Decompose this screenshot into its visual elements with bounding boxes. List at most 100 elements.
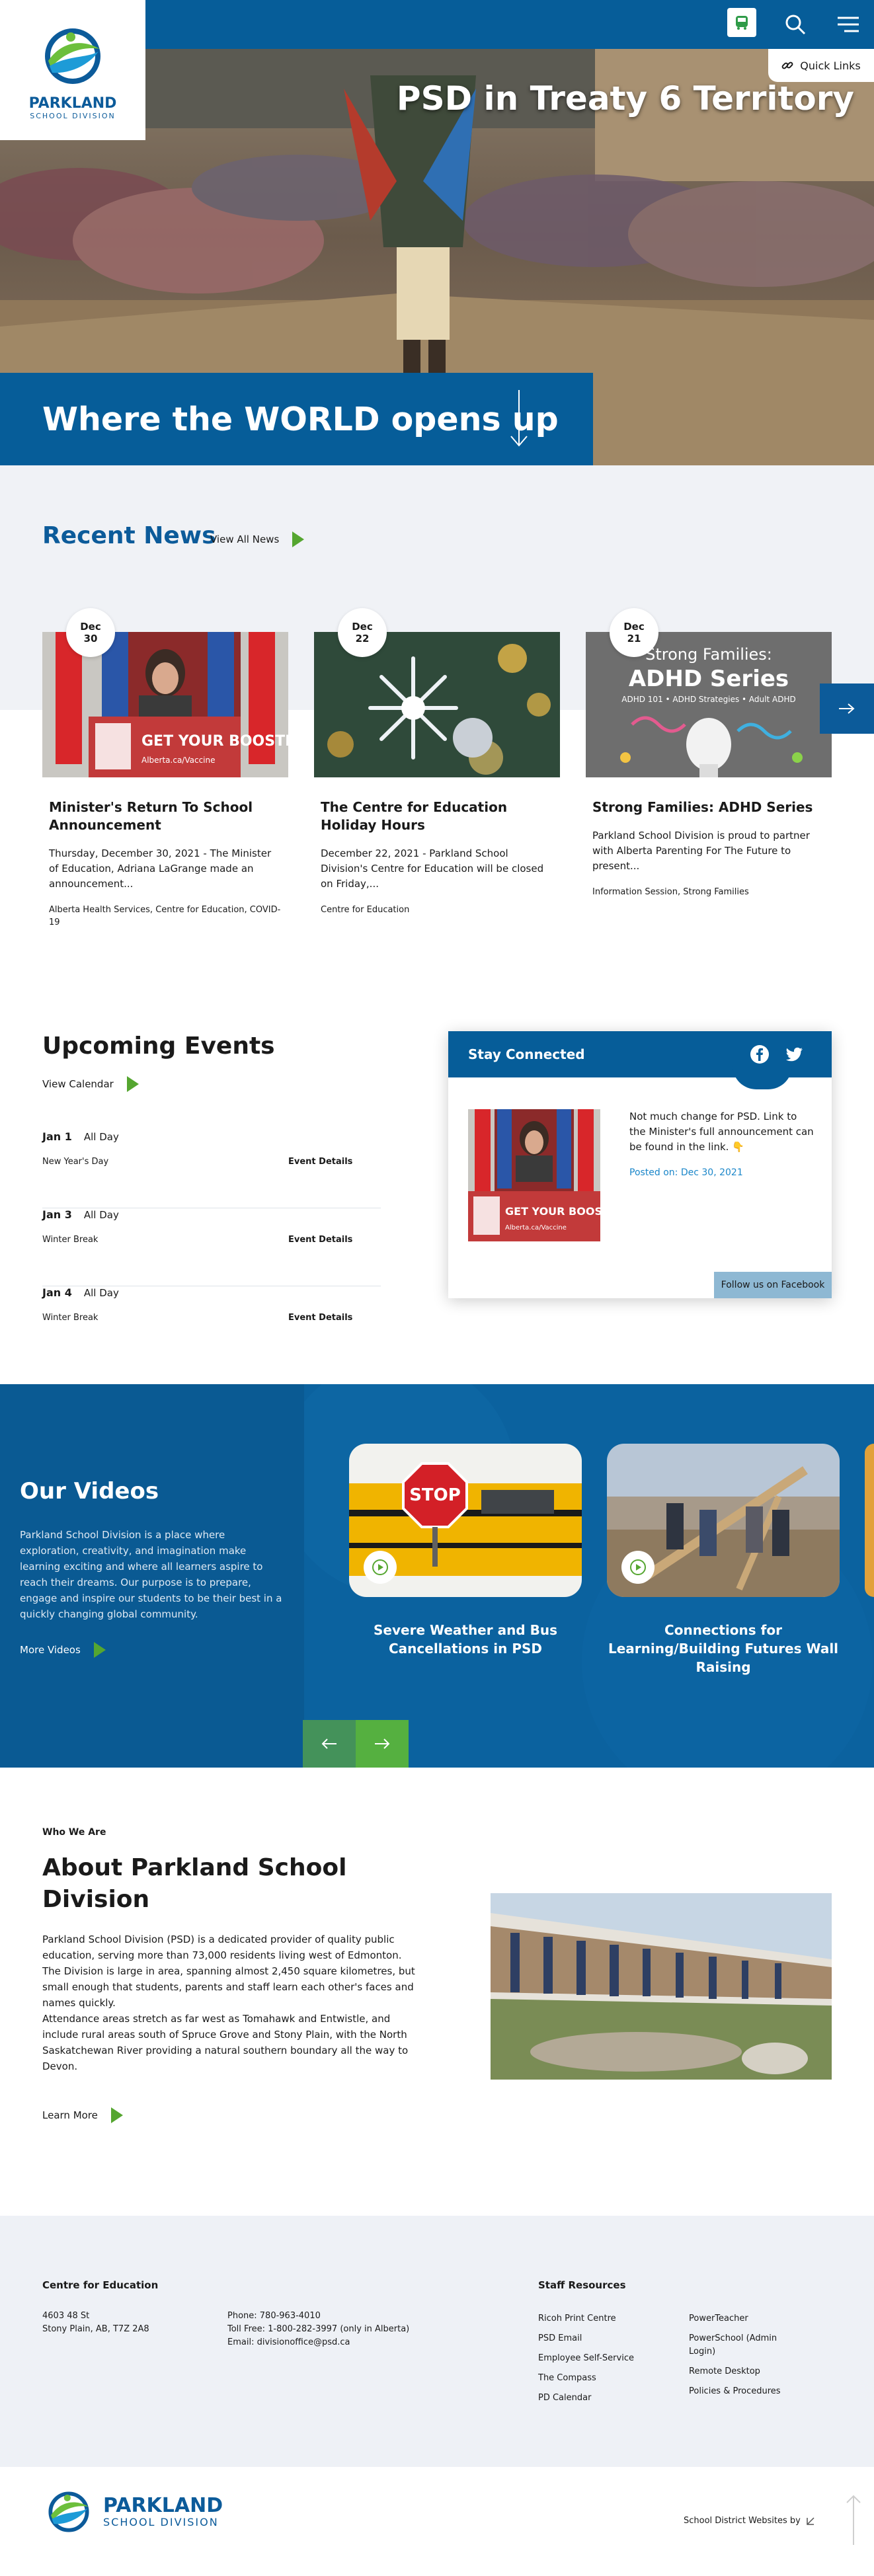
follow-facebook-button[interactable]: Follow us on Facebook xyxy=(714,1272,832,1298)
event-time: All Day xyxy=(83,1209,119,1221)
upcoming-events-heading: Upcoming Events xyxy=(42,1033,275,1060)
about-paragraph: Attendance areas stretch as far west as … xyxy=(42,2013,409,2072)
event-item: Jan 1 All Day New Year's Day Event Detail… xyxy=(42,1130,381,1208)
news-card[interactable]: Dec 30 GET YOUR BOOSTER. Alberta.ca/Vacc… xyxy=(42,608,288,929)
date-day: 30 xyxy=(83,633,98,644)
play-icon xyxy=(630,1559,646,1575)
event-time: All Day xyxy=(83,1131,119,1143)
arrow-right-icon xyxy=(839,703,855,714)
adhd-image-line3: ADHD 101 • ADHD Strategies • Adult ADHD xyxy=(621,695,795,704)
booster-subtext: Alberta.ca/Vaccine xyxy=(141,756,216,765)
footer-link[interactable]: The Compass xyxy=(538,2372,596,2385)
about-heading: About Parkland School Division xyxy=(42,1854,347,1913)
videos-prev-button[interactable] xyxy=(303,1720,356,1768)
play-icon xyxy=(372,1559,388,1575)
bottom-bar: PARKLAND SCHOOL DIVISION School District… xyxy=(0,2467,874,2576)
event-name: Winter Break xyxy=(42,1235,99,1245)
video-card[interactable]: Connections for Learning/Building Future… xyxy=(607,1444,840,1676)
phone[interactable]: Phone: 780-963-4010 xyxy=(227,2310,321,2323)
footer-link[interactable]: PD Calendar xyxy=(538,2392,591,2405)
event-date-row: Jan 4 All Day xyxy=(42,1286,119,1299)
play-button[interactable] xyxy=(621,1551,655,1584)
email[interactable]: Email: divisionoffice@psd.ca xyxy=(227,2336,350,2349)
news-tags[interactable]: Alberta Health Services, Centre for Educ… xyxy=(42,904,288,929)
credit-text: School District Websites by xyxy=(684,2516,801,2526)
twitter-icon[interactable] xyxy=(784,1044,804,1064)
play-arrow-icon xyxy=(292,531,305,547)
search-icon xyxy=(785,15,806,35)
logo-mark-icon xyxy=(48,2491,89,2532)
news-title[interactable]: The Centre for Education Holiday Hours xyxy=(314,799,560,834)
date-month: Dec xyxy=(623,621,645,633)
play-arrow-icon xyxy=(110,2107,123,2123)
play-button[interactable] xyxy=(364,1551,397,1584)
video-thumbnail[interactable] xyxy=(607,1444,840,1597)
recent-news-heading: Recent News xyxy=(42,522,216,549)
view-calendar-label: View Calendar xyxy=(42,1078,114,1090)
news-next-button[interactable] xyxy=(820,683,874,734)
footer-link[interactable]: PSD Email xyxy=(538,2332,582,2345)
videos-next-button[interactable] xyxy=(356,1720,409,1768)
date-badge: Dec 22 xyxy=(338,608,387,657)
site-logo[interactable]: PARKLAND SCHOOL DIVISION xyxy=(0,0,145,140)
event-details-link[interactable]: Event Details xyxy=(288,1235,352,1245)
footer-link[interactable]: Remote Desktop xyxy=(689,2365,760,2378)
about-paragraph: Parkland School Division (PSD) is a dedi… xyxy=(42,1933,415,2009)
videos-section: Our Videos Parkland School Division is a… xyxy=(0,1384,874,1768)
post-image[interactable]: GET YOUR BOOSTER. Alberta.ca/Vaccine xyxy=(468,1109,600,1241)
news-tags[interactable]: Information Session, Strong Families xyxy=(586,886,832,898)
date-day: 21 xyxy=(627,633,641,644)
footer-link[interactable]: Ricoh Print Centre xyxy=(538,2312,616,2325)
videos-description: Parkland School Division is a place wher… xyxy=(20,1529,282,1620)
page: PSD in Treaty 6 Territory PARKLAND SCHOO… xyxy=(0,0,874,2576)
bus-status-button[interactable] xyxy=(727,8,756,37)
arrow-left-icon xyxy=(321,1738,337,1749)
footer-link[interactable]: Employee Self-Service xyxy=(538,2352,634,2365)
event-details-link[interactable]: Event Details xyxy=(288,1157,352,1167)
logo-subtitle: SCHOOL DIVISION xyxy=(30,112,116,120)
news-card[interactable]: Dec 21 Strong Families: ADHD Series ADHD… xyxy=(586,608,832,898)
footer-link[interactable]: Policies & Procedures xyxy=(689,2385,781,2398)
toll-free[interactable]: Toll Free: 1-800-282-3997 (only in Alber… xyxy=(227,2323,409,2336)
event-item: Jan 4 All Day Winter Break Event Details xyxy=(42,1286,381,1364)
footer-logo-subtitle: SCHOOL DIVISION xyxy=(103,2515,219,2528)
learn-more-link[interactable]: Learn More xyxy=(42,2107,123,2123)
video-title[interactable]: Connections for Learning/Building Future… xyxy=(607,1621,840,1676)
video-card-peek[interactable] xyxy=(865,1444,874,1597)
news-card[interactable]: Dec 22 The Centre for Education Holiday … xyxy=(314,608,560,916)
view-all-news-label: View All News xyxy=(210,533,280,545)
post-booster-image: GET YOUR BOOSTER. Alberta.ca/Vaccine xyxy=(468,1109,600,1241)
search-button[interactable] xyxy=(780,9,811,40)
tagline-banner: Where the WORLD opens up xyxy=(0,373,593,465)
post-text: Not much change for PSD. Link to the Min… xyxy=(629,1111,814,1153)
site-credit[interactable]: School District Websites by xyxy=(684,2516,815,2526)
centre-heading: Centre for Education xyxy=(42,2279,159,2291)
menu-icon xyxy=(838,17,859,32)
footer-logo[interactable]: PARKLAND SCHOOL DIVISION xyxy=(42,2485,223,2538)
facebook-icon[interactable] xyxy=(750,1044,770,1064)
header-notch xyxy=(733,1066,792,1089)
quick-links-button[interactable]: Quick Links xyxy=(768,49,874,82)
view-calendar-link[interactable]: View Calendar xyxy=(42,1076,139,1092)
more-videos-link[interactable]: More Videos xyxy=(20,1642,106,1658)
event-date: Jan 1 xyxy=(42,1130,72,1143)
video-card[interactable]: STOP Severe Weather and Bus Cancellation… xyxy=(349,1444,582,1658)
adhd-image-line2: ADHD Series xyxy=(629,666,789,692)
about-image xyxy=(491,1893,832,2080)
news-tags[interactable]: Centre for Education xyxy=(314,904,560,916)
video-title[interactable]: Severe Weather and Bus Cancellations in … xyxy=(349,1621,582,1658)
event-date: Jan 4 xyxy=(42,1286,72,1299)
address-line: 4603 48 St xyxy=(42,2311,90,2321)
menu-button[interactable] xyxy=(833,9,863,40)
video-thumbnail[interactable]: STOP xyxy=(349,1444,582,1597)
footer-link[interactable]: PowerSchool (Admin Login) xyxy=(689,2332,795,2359)
post-date[interactable]: Posted on: Dec 30, 2021 xyxy=(629,1167,743,1178)
footer-link[interactable]: PowerTeacher xyxy=(689,2312,748,2325)
news-title[interactable]: Minister's Return To School Announcement xyxy=(42,799,288,834)
news-title[interactable]: Strong Families: ADHD Series xyxy=(586,799,832,816)
event-details-link[interactable]: Event Details xyxy=(288,1313,352,1323)
view-all-news-link[interactable]: View All News xyxy=(210,531,305,547)
quick-links-label: Quick Links xyxy=(800,59,861,72)
arrow-down-icon[interactable] xyxy=(509,390,529,447)
back-to-top-icon[interactable] xyxy=(844,2493,863,2546)
